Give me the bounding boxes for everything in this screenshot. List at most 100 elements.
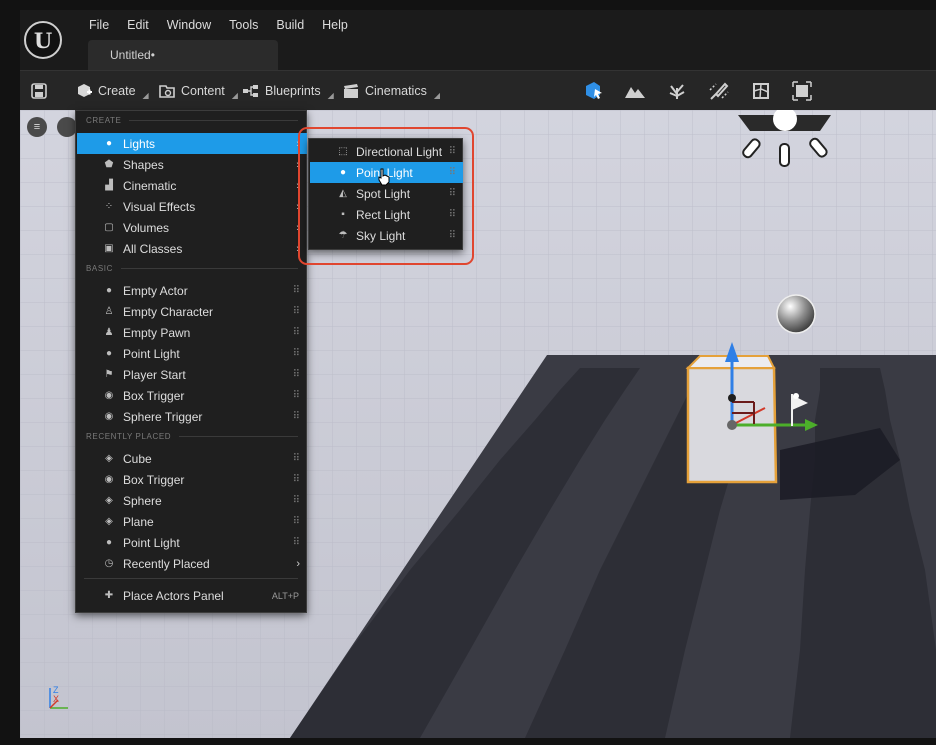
drag-handle-icon[interactable]: ⠿ (293, 390, 300, 401)
blueprint-icon (243, 85, 258, 97)
unreal-logo-icon[interactable]: U (24, 21, 62, 59)
basic-item-sphere-trigger[interactable]: ◉ Sphere Trigger ⠿ (77, 406, 307, 427)
recent-item-box-trigger[interactable]: ◉ Box Trigger ⠿ (77, 469, 307, 490)
recent-item-sphere[interactable]: ◈ Sphere ⠿ (77, 490, 307, 511)
menu-item-label: Box Trigger (123, 388, 185, 403)
create-item-all-classes[interactable]: ▣ All Classes › (77, 238, 307, 259)
create-item-lights[interactable]: ● Lights › (77, 133, 307, 154)
section-header-basic: BASIC (86, 264, 298, 273)
recent-item-recently-placed[interactable]: ◷ Recently Placed › (77, 553, 307, 574)
level-tab[interactable]: Untitled• (88, 40, 278, 70)
sphere-actor[interactable] (776, 294, 816, 334)
drag-handle-icon[interactable]: ⠿ (293, 516, 300, 527)
menu-item-label: Cube (123, 451, 152, 466)
basic-item-empty-character[interactable]: ♙ Empty Character ⠿ (77, 301, 307, 322)
menu-item-label: Empty Actor (123, 283, 188, 298)
menu-edit[interactable]: Edit (118, 16, 158, 34)
caret-icon: ◢ (433, 90, 440, 100)
bulb-icon: ● (105, 537, 113, 548)
drag-handle-icon[interactable]: ⠿ (293, 411, 300, 422)
menu-item-label: Place Actors Panel (123, 588, 224, 603)
actor-icon: ● (105, 285, 113, 296)
landscape-icon (625, 87, 645, 98)
caret-icon: ◢ (142, 90, 149, 100)
main-menu-bar: File Edit Window Tools Build Help (80, 16, 357, 34)
create-button[interactable]: Create ◢ (75, 71, 149, 111)
basic-item-empty-pawn[interactable]: ♟ Empty Pawn ⠿ (77, 322, 307, 343)
create-item-volumes[interactable]: ▢ Volumes › (77, 217, 307, 238)
basic-item-empty-actor[interactable]: ● Empty Actor ⠿ (77, 280, 307, 301)
drag-handle-icon[interactable]: ⠿ (293, 453, 300, 464)
cinematics-label: Cinematics (365, 84, 427, 98)
basic-item-player-start[interactable]: ⚑ Player Start ⠿ (77, 364, 307, 385)
foliage-mode-button[interactable] (666, 71, 688, 111)
menu-item-label: Plane (123, 514, 154, 529)
menu-item-label: Recently Placed (123, 556, 210, 571)
create-item-shapes[interactable]: ⬟ Shapes › (77, 154, 307, 175)
editor-window: U File Edit Window Tools Build Help Unti… (0, 0, 936, 745)
mesh-paint-mode-button[interactable] (708, 71, 730, 111)
drag-handle-icon[interactable]: ⠿ (293, 306, 300, 317)
sphere-icon: ◈ (105, 495, 113, 506)
menu-item-label: Lights (123, 136, 156, 151)
cube-icon: ◈ (105, 453, 113, 464)
menu-item-label: Empty Character (123, 304, 214, 319)
create-item-visual-effects[interactable]: ⁘ Visual Effects › (77, 196, 307, 217)
menu-item-label: Player Start (123, 367, 186, 382)
flag-icon: ⚑ (104, 369, 114, 380)
main-toolbar: Create ◢ Content ◢ Blueprints ◢ Cinematics ◢ (20, 70, 936, 110)
modeling-icon (792, 81, 812, 101)
drag-handle-icon[interactable]: ⠿ (293, 327, 300, 338)
drag-handle-icon[interactable]: ⠿ (293, 495, 300, 506)
create-item-cinematic[interactable]: ▟ Cinematic › (77, 175, 307, 196)
menu-item-label: Point Light (123, 535, 180, 550)
drag-handle-icon[interactable]: ⠿ (293, 474, 300, 485)
blueprints-label: Blueprints (265, 84, 321, 98)
menu-window[interactable]: Window (158, 16, 220, 34)
content-label: Content (181, 84, 225, 98)
drag-handle-icon[interactable]: ⠿ (293, 537, 300, 548)
hand-cursor-icon (378, 168, 390, 186)
drag-handle-icon[interactable]: ⠿ (293, 285, 300, 296)
save-icon (31, 83, 47, 99)
modeling-mode-button[interactable] (791, 71, 813, 111)
viewport-options-button[interactable]: ≡ (27, 117, 47, 137)
recent-item-cube[interactable]: ◈ Cube ⠿ (77, 448, 307, 469)
content-button[interactable]: Content ◢ (158, 71, 238, 111)
menu-item-label: Cinematic (123, 178, 177, 193)
svg-text:X: X (53, 694, 59, 704)
section-header-create: CREATE (86, 116, 298, 125)
bulb-icon: ● (105, 348, 113, 359)
sparkle-icon: ⁘ (104, 201, 114, 212)
fracture-mode-button[interactable] (750, 71, 772, 111)
menu-item-label: Empty Pawn (123, 325, 191, 340)
trigger-icon: ◉ (104, 474, 114, 485)
trigger-icon: ◉ (104, 390, 114, 401)
cinematics-button[interactable]: Cinematics ◢ (342, 71, 440, 111)
clapper-icon (344, 84, 358, 98)
recent-item-plane[interactable]: ◈ Plane ⠿ (77, 511, 307, 532)
menu-build[interactable]: Build (267, 16, 313, 34)
menu-file[interactable]: File (80, 16, 118, 34)
select-mode-button[interactable] (583, 71, 605, 111)
landscape-mode-button[interactable] (624, 71, 646, 111)
save-button[interactable] (30, 71, 48, 111)
menu-help[interactable]: Help (313, 16, 357, 34)
basic-item-box-trigger[interactable]: ◉ Box Trigger ⠿ (77, 385, 307, 406)
drag-handle-icon[interactable]: ⠿ (293, 348, 300, 359)
menu-divider (84, 578, 298, 579)
viewport-perspective-button[interactable] (57, 117, 77, 137)
menu-tools[interactable]: Tools (220, 16, 267, 34)
caret-icon: ◢ (327, 90, 334, 100)
blueprints-button[interactable]: Blueprints ◢ (242, 71, 334, 111)
drag-handle-icon[interactable]: ⠿ (293, 369, 300, 380)
recent-item-point-light[interactable]: ● Point Light ⠿ (77, 532, 307, 553)
content-icon (159, 85, 175, 98)
place-actors-panel-item[interactable]: ✚ Place Actors Panel ALT+P (77, 585, 307, 606)
place-actors-icon: ✚ (104, 590, 114, 601)
basic-item-point-light[interactable]: ● Point Light ⠿ (77, 343, 307, 364)
section-header-recently-placed: RECENTLY PLACED (86, 432, 298, 441)
trigger-icon: ◉ (104, 411, 114, 422)
fracture-icon (753, 83, 769, 99)
menu-item-label: Sphere (123, 493, 162, 508)
